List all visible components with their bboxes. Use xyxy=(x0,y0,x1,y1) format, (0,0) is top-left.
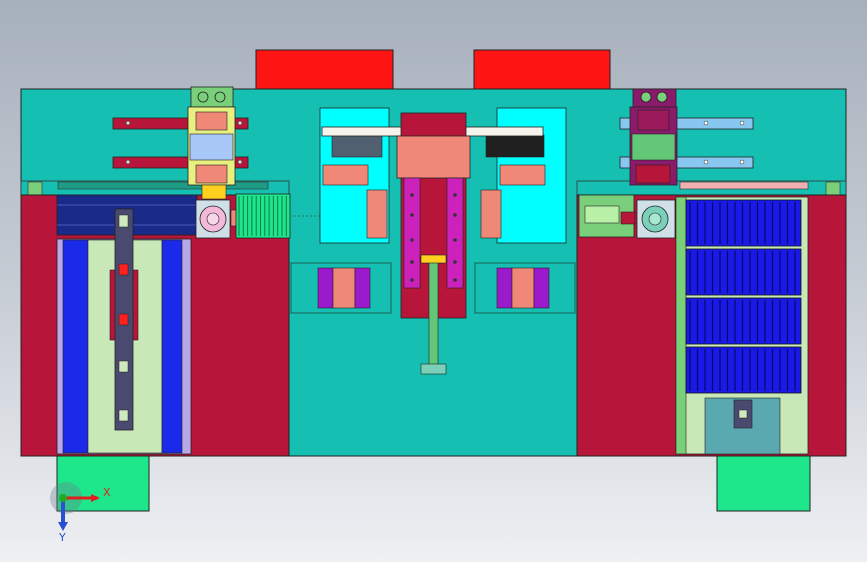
roller-drum[interactable] xyxy=(685,346,802,394)
right-strip-bar xyxy=(679,181,809,190)
left-strip-bar xyxy=(57,181,269,190)
foot-right[interactable] xyxy=(716,455,811,512)
lower-block-right[interactable] xyxy=(474,262,576,314)
y-axis-label: Y xyxy=(58,531,66,544)
center-salmon-block[interactable] xyxy=(396,135,471,179)
roller-drum[interactable] xyxy=(685,297,802,345)
lower-block-left[interactable] xyxy=(290,262,392,314)
center-piston-rod[interactable] xyxy=(428,257,439,369)
assembly-model[interactable]: X Y xyxy=(0,0,867,562)
left-cyl-cap[interactable] xyxy=(190,86,234,108)
piston-foot[interactable] xyxy=(420,363,447,375)
x-axis-label: X xyxy=(103,486,111,499)
right-strip-green xyxy=(825,181,841,197)
roller-drum[interactable] xyxy=(685,248,802,296)
right-green-edge xyxy=(675,196,687,455)
triad-origin-icon xyxy=(59,494,67,502)
left-spring-coil[interactable] xyxy=(235,193,291,239)
left-strip-green xyxy=(27,181,43,197)
piston-clamp-top[interactable] xyxy=(420,254,447,264)
left-motor-mount[interactable] xyxy=(201,184,227,200)
left-blue-strip xyxy=(62,239,89,454)
right-cyl-cap[interactable] xyxy=(632,88,677,108)
left-blue-strip-2 xyxy=(161,239,183,454)
cad-3d-viewport[interactable]: X Y xyxy=(0,0,867,562)
roller-drum[interactable] xyxy=(685,199,802,247)
